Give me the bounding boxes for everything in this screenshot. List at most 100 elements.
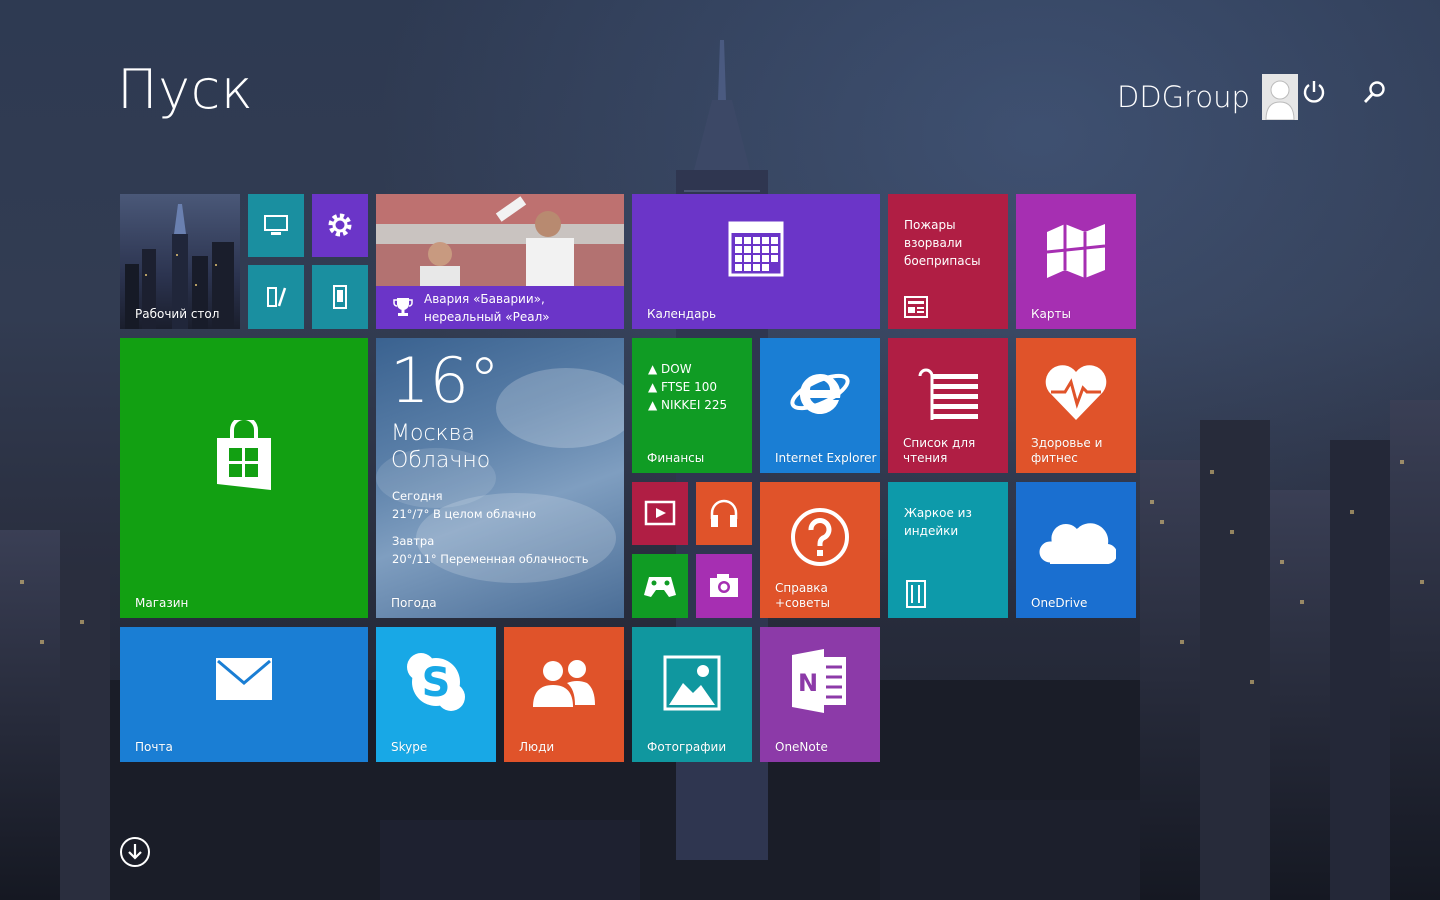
tile-label: Skype bbox=[391, 740, 428, 754]
people-icon bbox=[533, 660, 595, 707]
tile-camera[interactable] bbox=[696, 554, 752, 618]
camera-icon bbox=[710, 574, 738, 597]
tile-label: OneDrive bbox=[1031, 596, 1088, 610]
tile-onenote[interactable]: N OneNote bbox=[760, 627, 880, 762]
finance-index-dow: ▲ DOW bbox=[648, 362, 692, 376]
tile-reading-list[interactable]: Список для чтения bbox=[888, 338, 1008, 473]
tile-health[interactable]: Здоровье и фитнес bbox=[1016, 338, 1136, 473]
finance-index-ftse: ▲ FTSE 100 bbox=[648, 380, 717, 394]
tile-label: Финансы bbox=[647, 451, 705, 465]
tools-icon bbox=[267, 287, 287, 307]
arrow-down-circle-icon bbox=[128, 844, 142, 860]
tile-label-line2: чтения bbox=[903, 451, 948, 465]
tile-pc-settings-small[interactable] bbox=[248, 194, 304, 257]
store-bag-icon bbox=[217, 420, 271, 490]
tile-finance[interactable]: ▲ DOW ▲ FTSE 100 ▲ NIKKEI 225 Финансы bbox=[632, 338, 752, 473]
tile-people[interactable]: Люди bbox=[504, 627, 624, 762]
avatar bbox=[1261, 74, 1298, 120]
tile-news[interactable]: Пожары взорвали боеприпасы bbox=[888, 194, 1008, 329]
tile-label: Почта bbox=[135, 740, 173, 754]
tile-label: Люди bbox=[519, 740, 555, 754]
heart-pulse-icon bbox=[1045, 365, 1107, 420]
sport-news-photo bbox=[376, 194, 624, 286]
tile-devices-small[interactable] bbox=[312, 265, 368, 329]
computer-icon bbox=[264, 215, 288, 235]
tile-weather[interactable]: 16° Москва Облачно Сегодня 21°/7° В цело… bbox=[376, 338, 624, 618]
tile-label-line1: Здоровье и bbox=[1031, 436, 1103, 450]
tile-label-line2: фитнес bbox=[1031, 451, 1078, 465]
all-apps-button[interactable] bbox=[120, 837, 150, 867]
video-icon bbox=[644, 500, 676, 526]
cloud-icon bbox=[1036, 521, 1116, 566]
headphones-icon bbox=[710, 499, 738, 527]
tile-label: Фотографии bbox=[647, 740, 727, 754]
tile-video[interactable] bbox=[632, 482, 688, 545]
tile-label: Рабочий стол bbox=[135, 307, 220, 321]
tile-label-line1: Справка bbox=[775, 581, 828, 595]
tile-mail[interactable]: Почта bbox=[120, 627, 368, 762]
power-icon bbox=[1303, 81, 1325, 103]
tile-maps[interactable]: Карты bbox=[1016, 194, 1136, 329]
tile-label-line2: +советы bbox=[775, 596, 830, 610]
search-icon bbox=[1363, 81, 1385, 103]
weather-today-label: Сегодня bbox=[392, 489, 443, 503]
user-silhouette-icon bbox=[1261, 74, 1298, 120]
tile-label: Магазин bbox=[135, 596, 189, 610]
food-recipe-line2: индейки bbox=[904, 524, 959, 538]
search-button[interactable] bbox=[1360, 78, 1388, 106]
svg-text:N: N bbox=[798, 669, 818, 697]
reading-list-icon bbox=[918, 368, 978, 420]
devices-icon bbox=[333, 285, 347, 309]
svg-text:S: S bbox=[422, 660, 451, 706]
tile-label: Погода bbox=[391, 596, 437, 610]
finance-index-nikkei: ▲ NIKKEI 225 bbox=[648, 398, 728, 412]
gamepad-icon bbox=[644, 577, 676, 597]
user-account[interactable]: DDGroup bbox=[1117, 74, 1298, 120]
newspaper-icon bbox=[904, 296, 928, 318]
tile-settings[interactable] bbox=[312, 194, 368, 257]
tile-label-line1: Список для bbox=[903, 436, 976, 450]
sport-caption-bar: Авария «Баварии», нереальный «Реал» bbox=[376, 286, 624, 329]
trophy-icon bbox=[393, 298, 413, 316]
internet-explorer-icon bbox=[790, 373, 850, 414]
tile-skype[interactable]: S Skype bbox=[376, 627, 496, 762]
tile-onedrive[interactable]: OneDrive bbox=[1016, 482, 1136, 618]
weather-tomorrow-label: Завтра bbox=[392, 534, 435, 548]
map-icon bbox=[1046, 224, 1106, 278]
tile-label: Карты bbox=[1031, 307, 1071, 321]
news-headline-line2: взорвали bbox=[904, 236, 963, 250]
weather-temperature: 16° bbox=[390, 344, 500, 417]
food-recipe-line1: Жаркое из bbox=[904, 506, 972, 520]
weather-condition: Облачно bbox=[391, 448, 491, 473]
tile-label: Internet Explorer bbox=[775, 451, 877, 465]
tile-music[interactable] bbox=[696, 482, 752, 545]
power-button[interactable] bbox=[1300, 78, 1328, 106]
tile-store[interactable]: Магазин bbox=[120, 338, 368, 618]
skype-icon: S bbox=[407, 653, 465, 711]
tile-label: OneNote bbox=[775, 740, 828, 754]
tile-internet-explorer[interactable]: Internet Explorer bbox=[760, 338, 880, 473]
tile-food-drink[interactable]: Жаркое из индейки bbox=[888, 482, 1008, 618]
weather-tomorrow-forecast: 20°/11° Переменная облачность bbox=[392, 552, 589, 566]
weather-today-forecast: 21°/7° В целом облачно bbox=[392, 507, 537, 521]
tile-calendar[interactable]: Календарь bbox=[632, 194, 880, 329]
start-screen-title: Пуск bbox=[117, 58, 254, 121]
user-name: DDGroup bbox=[1117, 80, 1250, 114]
news-headline-line1: Пожары bbox=[904, 218, 956, 232]
tile-sport[interactable]: Авария «Баварии», нереальный «Реал» bbox=[376, 194, 624, 329]
sport-headline-line2: нереальный «Реал» bbox=[424, 310, 550, 324]
tile-desktop[interactable]: Рабочий стол bbox=[120, 194, 240, 329]
onenote-icon: N bbox=[792, 649, 846, 713]
gear-icon bbox=[328, 213, 352, 237]
tile-tools-small[interactable] bbox=[248, 265, 304, 329]
weather-city: Москва bbox=[391, 421, 475, 446]
fork-knife-icon bbox=[906, 580, 926, 608]
news-headline-line3: боеприпасы bbox=[904, 254, 981, 268]
calendar-icon bbox=[728, 221, 784, 277]
help-question-icon bbox=[791, 508, 849, 566]
tile-label: Календарь bbox=[647, 307, 717, 321]
tile-help-tips[interactable]: Справка +советы bbox=[760, 482, 880, 618]
tile-games[interactable] bbox=[632, 554, 688, 618]
tile-photos[interactable]: Фотографии bbox=[632, 627, 752, 762]
mail-envelope-icon bbox=[216, 658, 272, 700]
